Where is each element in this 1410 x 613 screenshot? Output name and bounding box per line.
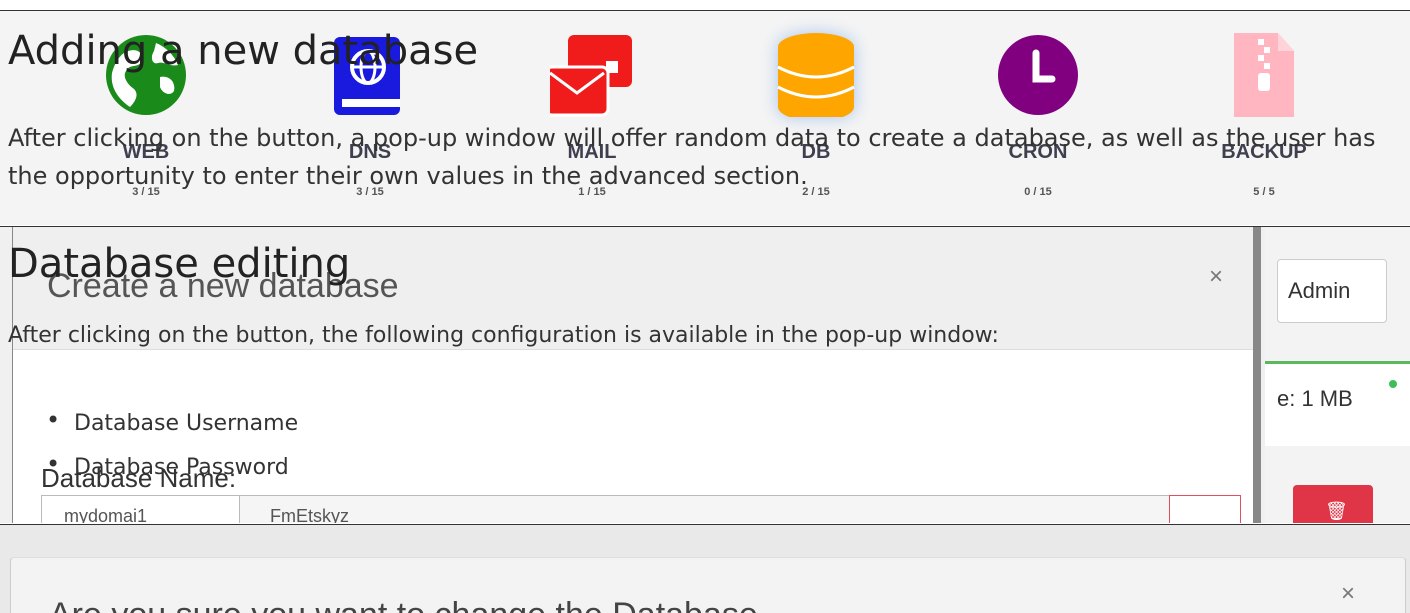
database-name-input[interactable]: FmEtskyz xyxy=(239,495,1171,523)
admin-button-label: Admin xyxy=(1288,278,1351,303)
paragraph-database-editing: After clicking on the button, the follow… xyxy=(8,323,999,348)
list-item: Database Password xyxy=(40,442,298,490)
clock-icon xyxy=(998,35,1078,115)
side-panel: Admin e: 1 MB 🗑 xyxy=(1265,227,1410,523)
admin-button[interactable]: Admin xyxy=(1277,259,1387,323)
paragraph-adding-database: After clicking on the button, a pop-up w… xyxy=(8,124,1376,190)
modal-title: Are you sure you want to change the Data… xyxy=(49,596,758,613)
quota-text: e: 1 MB xyxy=(1277,386,1353,411)
generate-button[interactable] xyxy=(1169,495,1241,523)
close-icon[interactable]: × xyxy=(1341,580,1355,608)
close-icon[interactable]: × xyxy=(1209,263,1223,291)
quota-card: e: 1 MB xyxy=(1265,361,1410,446)
change-database-screenshot: Are you sure you want to change the Data… xyxy=(0,524,1410,613)
mail-icon xyxy=(550,35,632,117)
list-item: Database Username xyxy=(40,398,298,446)
editable-fields-list: Database Username Database Password xyxy=(40,398,298,490)
database-icon xyxy=(777,33,855,117)
heading-adding-database: Adding a new database xyxy=(8,28,479,74)
heading-database-editing: Database editing xyxy=(8,241,351,287)
change-database-modal: Are you sure you want to change the Data… xyxy=(10,557,1406,613)
archive-file-icon xyxy=(1234,33,1294,117)
delete-button[interactable]: 🗑 xyxy=(1293,485,1373,523)
trash-icon: 🗑 xyxy=(1325,501,1348,522)
database-name-prefix: mydomai1_ xyxy=(41,495,241,523)
status-dot xyxy=(1389,380,1397,388)
